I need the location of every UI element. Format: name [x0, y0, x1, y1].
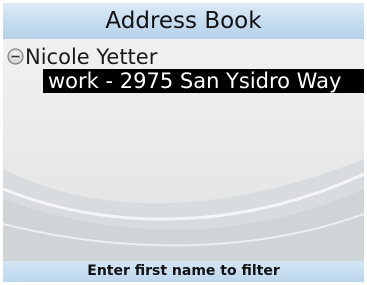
status-bar: Enter first name to filter — [3, 261, 364, 282]
app-title: Address Book — [105, 8, 262, 34]
collapse-minus-icon[interactable] — [7, 48, 24, 65]
address-label: work - 2975 San Ysidro Way — [48, 69, 342, 93]
contact-name: Nicole Yetter — [25, 45, 158, 69]
address-item-selected[interactable]: work - 2975 San Ysidro Way — [43, 69, 364, 93]
filter-hint: Enter first name to filter — [87, 263, 280, 279]
device-screen: Address Book Nicole Yetter work - 2975 S… — [3, 3, 364, 282]
contact-list[interactable]: Nicole Yetter work - 2975 San Ysidro Way — [3, 39, 364, 261]
contact-row-nicole-yetter[interactable]: Nicole Yetter — [3, 45, 364, 69]
title-bar: Address Book — [3, 3, 364, 39]
